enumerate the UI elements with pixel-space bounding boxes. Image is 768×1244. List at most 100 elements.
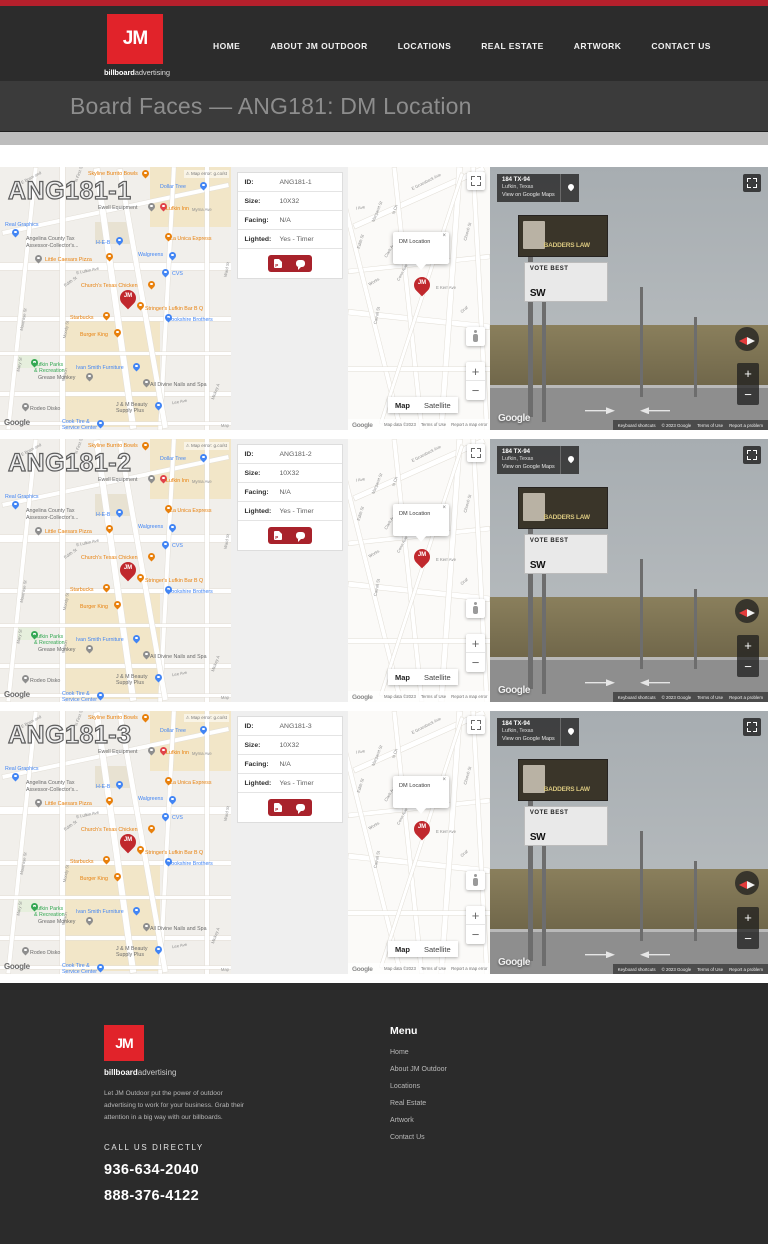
pdf-icon[interactable]: [274, 259, 283, 268]
footer-logo-mark[interactable]: JM: [104, 1025, 144, 1061]
map-zoom-controls[interactable]: + −: [466, 906, 485, 944]
map-zoom-controls[interactable]: + −: [466, 362, 485, 400]
compass-icon[interactable]: [735, 871, 759, 895]
map-attribution-link[interactable]: Report a map error: [451, 966, 487, 971]
map-pin-icon[interactable]: [559, 718, 579, 746]
map-attribution-link[interactable]: Terms of Use: [421, 422, 446, 427]
nav-item-real-estate[interactable]: REAL ESTATE: [481, 41, 544, 51]
street-view-zoom-controls[interactable]: + −: [737, 635, 759, 677]
view-on-google-maps-link[interactable]: View on Google Maps: [502, 192, 555, 198]
street-view-fullscreen-button[interactable]: [743, 718, 761, 736]
chat-icon[interactable]: [295, 260, 305, 270]
nav-item-contact[interactable]: CONTACT US: [651, 41, 711, 51]
close-icon[interactable]: ×: [442, 505, 446, 511]
map-type-toggle[interactable]: Map Satellite: [388, 397, 458, 413]
map-zoom-out-button[interactable]: −: [466, 381, 485, 400]
map-zoom-in-button[interactable]: +: [466, 906, 485, 925]
pdf-icon[interactable]: [274, 803, 283, 812]
street-view-panorama[interactable]: BADDERS LAW VOTE BEST SW 184 TX-94 Lufkin, T…: [490, 711, 768, 974]
map-zoom-out-button[interactable]: −: [466, 653, 485, 672]
map-marker[interactable]: JM: [414, 277, 430, 297]
map-pin-icon[interactable]: [559, 446, 579, 474]
street-view-address-card[interactable]: 184 TX-94 Lufkin, Texas View on Google Map…: [497, 446, 579, 474]
compass-icon[interactable]: [735, 599, 759, 623]
nav-item-locations[interactable]: LOCATIONS: [398, 41, 451, 51]
street-view-attribution-link[interactable]: Terms of Use: [697, 695, 723, 700]
street-view-fullscreen-button[interactable]: [743, 174, 761, 192]
street-view-attribution-link[interactable]: Keyboard shortcuts: [618, 695, 656, 700]
site-logo[interactable]: JM billboardadvertising: [104, 14, 170, 77]
footer-link-real-estate[interactable]: Real Estate: [390, 1100, 447, 1107]
chat-icon[interactable]: [295, 804, 305, 814]
street-view-attribution-link[interactable]: Report a problem: [729, 967, 763, 972]
street-view-attribution-link[interactable]: Terms of Use: [697, 423, 723, 428]
street-view-zoom-out-button[interactable]: −: [737, 656, 759, 677]
map-marker[interactable]: JM: [414, 549, 430, 569]
street-view-attribution-link[interactable]: Keyboard shortcuts: [618, 967, 656, 972]
map-attribution-link[interactable]: Terms of Use: [421, 694, 446, 699]
interactive-map[interactable]: E Groesbeck Ave Margaret St N Ch Edith St Cl…: [348, 439, 490, 702]
map-attribution-link[interactable]: Report a map error: [451, 422, 487, 427]
nav-item-artwork[interactable]: ARTWORK: [574, 41, 622, 51]
footer-link-artwork[interactable]: Artwork: [390, 1117, 447, 1124]
view-on-google-maps-link[interactable]: View on Google Maps: [502, 464, 555, 470]
interactive-map[interactable]: E Groesbeck Ave Margaret St N Ch Edith St Cl…: [348, 711, 490, 974]
map-type-option-satellite[interactable]: Satellite: [417, 941, 458, 957]
map-type-option-map[interactable]: Map: [388, 397, 417, 413]
footer-link-locations[interactable]: Locations: [390, 1083, 447, 1090]
action-button-group[interactable]: [267, 255, 312, 272]
pdf-icon[interactable]: [274, 531, 283, 540]
map-zoom-controls[interactable]: + −: [466, 634, 485, 672]
map-zoom-in-button[interactable]: +: [466, 634, 485, 653]
map-type-option-satellite[interactable]: Satellite: [417, 397, 458, 413]
street-view-zoom-controls[interactable]: + −: [737, 907, 759, 949]
map-fullscreen-button[interactable]: [467, 444, 485, 462]
street-view-zoom-out-button[interactable]: −: [737, 928, 759, 949]
static-map-thumbnail[interactable]: E Brem ond N First St Myrna Ave E Lufkin Av…: [0, 439, 231, 702]
footer-link-home[interactable]: Home: [390, 1049, 447, 1056]
street-view-zoom-out-button[interactable]: −: [737, 384, 759, 405]
close-icon[interactable]: ×: [442, 233, 446, 239]
street-view-attribution-link[interactable]: Terms of Use: [697, 967, 723, 972]
map-zoom-in-button[interactable]: +: [466, 362, 485, 381]
pegman-streetview-control[interactable]: [466, 327, 485, 346]
map-type-toggle[interactable]: Map Satellite: [388, 941, 458, 957]
street-view-panorama[interactable]: BADDERS LAW VOTE BEST SW 184 TX-94 Lufkin, T…: [490, 439, 768, 702]
street-view-panorama[interactable]: BADDERS LAW VOTE BEST SW 184 TX-94 Lufkin, T…: [490, 167, 768, 430]
chat-icon[interactable]: [295, 532, 305, 542]
street-view-address-card[interactable]: 184 TX-94 Lufkin, Texas View on Google Map…: [497, 718, 579, 746]
action-button-group[interactable]: [267, 799, 312, 816]
map-type-toggle[interactable]: Map Satellite: [388, 669, 458, 685]
map-info-window[interactable]: DM Location ×: [393, 232, 449, 270]
map-fullscreen-button[interactable]: [467, 172, 485, 190]
street-view-zoom-in-button[interactable]: +: [737, 635, 759, 656]
map-type-option-map[interactable]: Map: [388, 941, 417, 957]
footer-phone-secondary[interactable]: 888-376-4122: [104, 1188, 390, 1204]
map-info-window[interactable]: DM Location ×: [393, 776, 449, 814]
street-view-zoom-in-button[interactable]: +: [737, 907, 759, 928]
footer-link-about[interactable]: About JM Outdoor: [390, 1066, 447, 1073]
footer-phone-primary[interactable]: 936-634-2040: [104, 1162, 390, 1178]
close-icon[interactable]: ×: [442, 777, 446, 783]
street-view-zoom-controls[interactable]: + −: [737, 363, 759, 405]
nav-item-about[interactable]: ABOUT JM OUTDOOR: [270, 41, 367, 51]
street-view-attribution-link[interactable]: Report a problem: [729, 695, 763, 700]
map-info-window[interactable]: DM Location ×: [393, 504, 449, 542]
map-attribution-link[interactable]: Terms of Use: [421, 966, 446, 971]
view-on-google-maps-link[interactable]: View on Google Maps: [502, 736, 555, 742]
footer-link-contact[interactable]: Contact Us: [390, 1134, 447, 1141]
street-view-zoom-in-button[interactable]: +: [737, 363, 759, 384]
map-marker[interactable]: JM: [414, 821, 430, 841]
action-button-group[interactable]: [267, 527, 312, 544]
map-zoom-out-button[interactable]: −: [466, 925, 485, 944]
street-view-attribution-link[interactable]: Report a problem: [729, 423, 763, 428]
interactive-map[interactable]: E Groesbeck Ave Margaret St N Ch Edith St Cl…: [348, 167, 490, 430]
compass-icon[interactable]: [735, 327, 759, 351]
map-fullscreen-button[interactable]: [467, 716, 485, 734]
pegman-streetview-control[interactable]: [466, 871, 485, 890]
map-type-option-map[interactable]: Map: [388, 669, 417, 685]
map-type-option-satellite[interactable]: Satellite: [417, 669, 458, 685]
map-pin-icon[interactable]: [559, 174, 579, 202]
nav-item-home[interactable]: HOME: [213, 41, 240, 51]
pegman-streetview-control[interactable]: [466, 599, 485, 618]
